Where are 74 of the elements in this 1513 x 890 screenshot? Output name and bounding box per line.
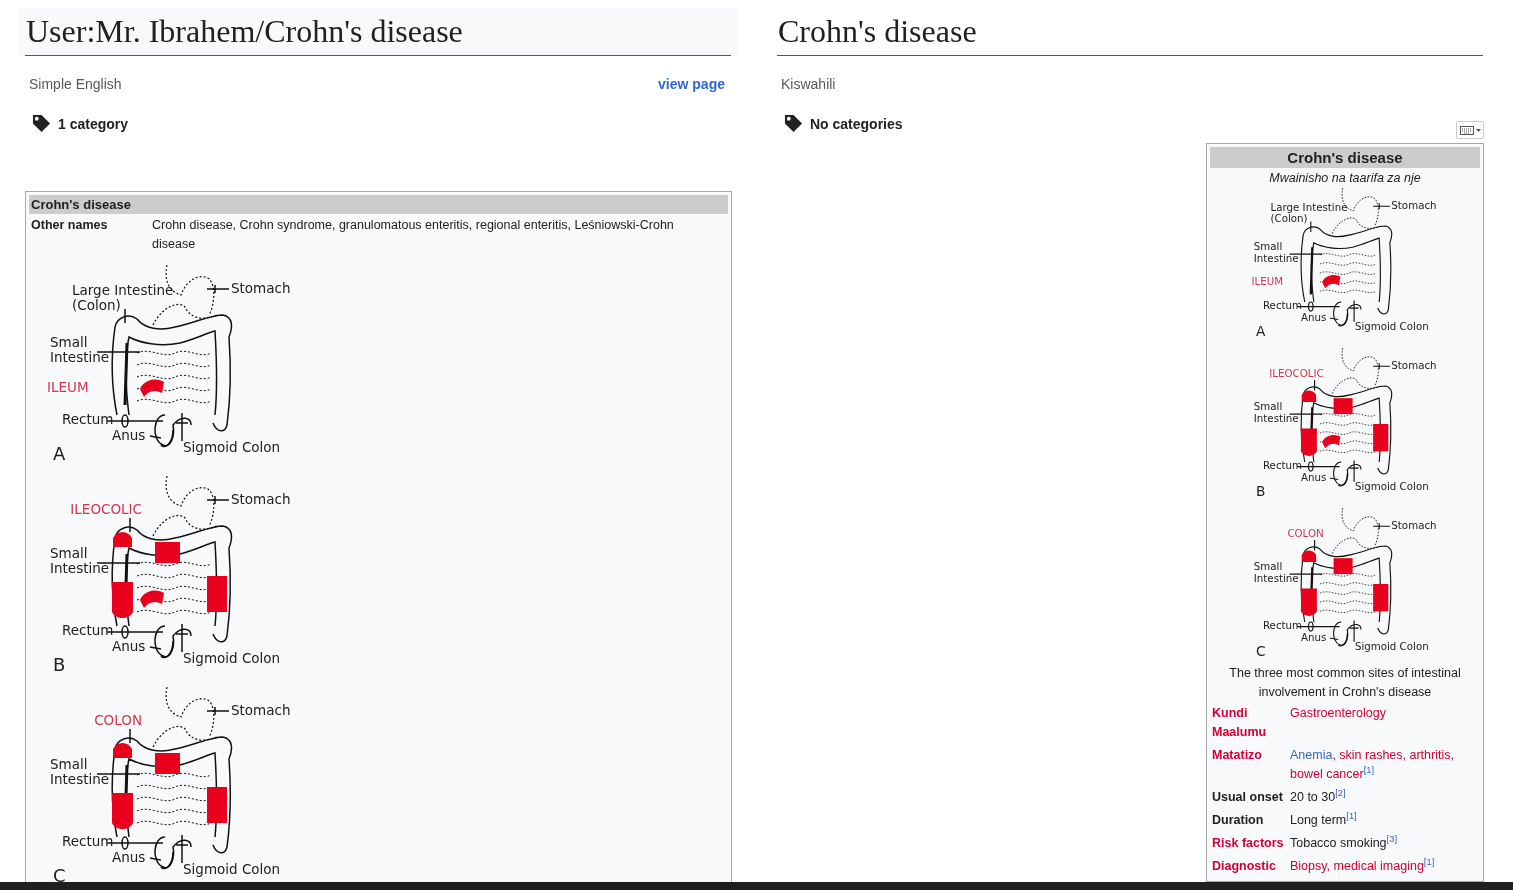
panel-letter: C [53, 865, 66, 886]
row-value: Long term$^{[1]}$ [1290, 811, 1358, 830]
keyboard-icon [1459, 125, 1474, 135]
image-caption: The three most common sites of intestinal involvement in Crohn's disease [1228, 665, 1462, 702]
row-value: Biopsy, medical imaging$^{[1]}$ [1290, 857, 1436, 876]
diagram-label: Small Intestine [1253, 240, 1299, 264]
tag-icon [32, 114, 51, 133]
infobox-subtitle: Mwainisho na taarifa za nje [1268, 170, 1422, 185]
view-page-link[interactable]: view page [658, 76, 725, 92]
diagram-label: Small Intestine [50, 545, 110, 576]
diagram-label: Rectum [62, 411, 114, 427]
diagram-label: Rectum [1262, 618, 1303, 631]
panel-letter: B [1256, 483, 1266, 499]
diagram-label: Sigmoid Colon [183, 861, 281, 877]
diagram-label: Rectum [62, 622, 114, 638]
diagram-label: Sigmoid Colon [1354, 320, 1429, 333]
diagram-label: Anus [112, 427, 146, 443]
panel-letter: A [1256, 323, 1266, 340]
diagram-label: Small Intestine [1253, 559, 1299, 584]
diagram-label: Anus [112, 849, 146, 865]
diagram-label: Rectum [1262, 298, 1303, 311]
row-value: Gastroenterology [1290, 705, 1387, 723]
language-label: Simple English [29, 76, 122, 92]
page-title: Crohn's disease [777, 8, 1483, 56]
diagram-label: Sigmoid Colon [183, 439, 281, 455]
diagram-label: Anus [1300, 630, 1327, 643]
panel-letter: A [53, 443, 66, 464]
diagram-label: Sigmoid Colon [1354, 639, 1429, 652]
diagram-label: Rectum [62, 833, 114, 849]
row-label[interactable]: Diagnostic [1212, 857, 1290, 877]
diagram-label: Small Intestine [1253, 400, 1299, 424]
diagram-label: Rectum [1262, 458, 1303, 471]
panel-letter: C [1256, 642, 1266, 659]
category-count[interactable]: No categories [810, 115, 903, 132]
category-count[interactable]: 1 category [58, 115, 129, 132]
diagram-label: Large Intestine (Colon) [1270, 200, 1348, 225]
diagram-label: Anus [1300, 311, 1327, 323]
row-label: Other names [31, 217, 109, 234]
diagram-label: Small Intestine [50, 756, 110, 787]
diagram-label: ILEUM [47, 379, 89, 395]
diagram-label: COLON [94, 712, 142, 728]
diagram-label: Large Intestine (Colon) [72, 282, 174, 313]
keyboard-button[interactable] [1456, 121, 1484, 139]
diagram-label: Small Intestine [50, 334, 110, 365]
diagram-label: Stomach [231, 280, 291, 296]
diagram-label: Stomach [1391, 199, 1437, 212]
language-label: Kiswahili [781, 76, 836, 92]
caret-icon [1475, 128, 1481, 132]
infobox-title: Crohn's disease [1210, 147, 1480, 168]
diagram-label: Stomach [231, 702, 291, 718]
row-value: Crohn disease, Crohn syndrome, granulomatous enteritis, regional enteritis, Leśniowski-Crohn disease [152, 217, 675, 253]
row-label[interactable]: Matatizo [1212, 746, 1290, 785]
row-label: Duration [1212, 812, 1265, 830]
row-value: Anemia, skin rashes, arthritis, bowel cancer$^{[1]}$ [1290, 747, 1455, 784]
diagram-label: Anus [1300, 470, 1327, 483]
diagram-label: ILEOCOLIC [1269, 366, 1324, 379]
infobox-title: Crohn's disease [29, 195, 728, 214]
tag-icon [784, 114, 803, 133]
row-label[interactable]: Risk factors [1212, 834, 1290, 854]
row-label: Usual onset [1212, 789, 1284, 807]
row-value: Tobacco smoking$^{[3]}$ [1290, 834, 1398, 853]
panel-letter: B [53, 654, 66, 675]
diagram-label: Stomach [231, 491, 291, 507]
diagram-label: Stomach [1391, 359, 1437, 372]
diagram-label: ILEUM [1251, 274, 1284, 287]
page-title: User:Mr. Ibrahem/Crohn's disease [25, 8, 731, 56]
diagram-label: COLON [1287, 526, 1324, 539]
diagram-label: ILEOCOLIC [70, 501, 142, 517]
row-value: 20 to 30$^{[2]}$ [1290, 788, 1347, 807]
diagram-label: Sigmoid Colon [1354, 479, 1429, 492]
row-label[interactable]: Kundi Maalumu [1212, 704, 1290, 743]
diagram-label: Stomach [1391, 518, 1437, 531]
diagram-label: Sigmoid Colon [183, 650, 281, 666]
diagram-label: Anus [112, 638, 146, 654]
